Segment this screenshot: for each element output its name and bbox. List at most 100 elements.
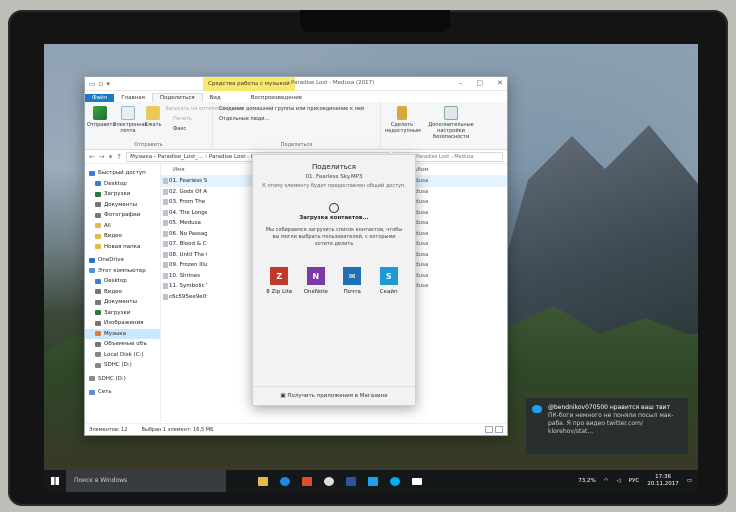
folder-icon <box>95 223 101 229</box>
up-icon[interactable]: ↑ <box>116 153 122 161</box>
specific-people-item[interactable]: Отдельные люди... <box>219 116 269 122</box>
taskbar-search[interactable]: Поиск в Windows <box>66 470 226 492</box>
folder-icon <box>95 212 101 218</box>
settings-gear-icon[interactable] <box>324 476 334 486</box>
share-app-skype[interactable]: S Скайп <box>372 267 406 295</box>
mail-taskbar-icon[interactable] <box>412 477 422 485</box>
language-indicator[interactable]: РУС <box>629 478 640 484</box>
back-icon[interactable]: ← <box>89 153 95 161</box>
folder-icon <box>89 376 95 382</box>
office-icon[interactable] <box>302 476 312 486</box>
nav-item[interactable]: Фотографии <box>85 210 160 221</box>
zip-label: Сжать <box>144 122 162 128</box>
notification-link: klorehov/stat... <box>548 428 594 435</box>
tab-file[interactable]: Файл <box>85 94 115 102</box>
share-app-onenote[interactable]: N OneNote <box>299 267 333 295</box>
nav-item[interactable]: SDHC (D:) <box>85 374 160 385</box>
nav-item[interactable]: Этот компьютер <box>85 266 160 277</box>
mail-icon: ✉ <box>343 267 362 285</box>
share-app-list: Z 8 Zip Lite N OneNote ✉ Почта S Скайп <box>253 267 415 295</box>
skype-taskbar-icon[interactable] <box>390 476 400 486</box>
close-icon[interactable]: ✕ <box>497 79 503 87</box>
print-item[interactable]: Печать <box>173 116 192 122</box>
chevron-down-icon[interactable]: ▾ <box>106 80 110 88</box>
fax-item[interactable]: Факс <box>173 126 186 132</box>
nav-item-label: All <box>104 222 111 229</box>
nav-item-label: Документы <box>104 299 137 306</box>
nav-item[interactable]: Загрузки <box>85 308 160 319</box>
nav-item[interactable]: All <box>85 221 160 232</box>
nav-item[interactable]: Музыка <box>85 328 160 339</box>
nav-item[interactable]: Видео <box>85 231 160 242</box>
word-icon[interactable] <box>346 476 356 486</box>
nav-item[interactable]: Desktop <box>85 276 160 287</box>
stop-sharing-button[interactable]: Сделать недоступным <box>385 106 421 134</box>
share-ribbon: Отправить Электронная почта Сжать Записа… <box>85 102 507 150</box>
nav-item[interactable]: Изображения <box>85 318 160 329</box>
send-button[interactable]: Отправить <box>87 106 115 128</box>
notifications-icon[interactable]: ▭ <box>687 478 692 484</box>
nav-item[interactable]: Быстрый доступ <box>85 168 160 179</box>
nav-item[interactable]: Local Disk (C:) <box>85 350 160 361</box>
nav-item[interactable]: Desktop <box>85 179 160 190</box>
stop-sharing-label: Сделать недоступным <box>385 122 421 134</box>
share-flyout: Поделиться 01. Fearless Sky.MP3 К этому … <box>252 154 416 406</box>
security-icon <box>444 106 458 120</box>
tiles-view-icon[interactable] <box>495 426 503 433</box>
folder-icon <box>95 244 101 250</box>
share-group-label: Поделиться <box>280 142 313 148</box>
minimize-icon[interactable]: – <box>459 79 463 87</box>
nav-item[interactable]: Сеть <box>85 387 160 398</box>
audio-file-icon <box>163 283 168 290</box>
status-items: Элементов: 12 <box>89 426 128 433</box>
wifi-icon[interactable]: ◠ <box>604 478 609 484</box>
twitter-app-icon[interactable] <box>368 476 378 486</box>
file-explorer-icon[interactable] <box>258 476 268 486</box>
skype-icon: S <box>379 267 398 285</box>
advanced-security-button[interactable]: Дополнительные настройки безопасности <box>425 106 477 140</box>
email-button[interactable]: Электронная почта <box>113 106 148 134</box>
globe-icon <box>329 203 339 213</box>
volume-icon[interactable]: ◁ <box>617 478 621 484</box>
share-app-8zip[interactable]: Z 8 Zip Lite <box>262 267 296 295</box>
battery-level[interactable]: 73,2% <box>578 478 595 484</box>
share-note: К этому элементу будет предоставлен общи… <box>262 183 406 189</box>
tools-context-tab[interactable]: Средства работы с музыкой <box>203 77 295 91</box>
start-button[interactable] <box>44 470 66 492</box>
nav-item[interactable]: Новая папка <box>85 242 160 253</box>
details-view-icon[interactable] <box>485 426 493 433</box>
maximize-icon[interactable]: ▢ <box>477 79 484 87</box>
nav-item[interactable]: Видео <box>85 287 160 298</box>
ribbon-group-send: Отправить Электронная почта Сжать Записа… <box>85 102 244 150</box>
nav-item[interactable]: Документы <box>85 200 160 211</box>
folder-icon <box>95 289 101 295</box>
tab-playback[interactable]: Воспроизведение <box>244 94 309 102</box>
edge-icon[interactable] <box>280 476 290 486</box>
folder-icon[interactable]: ▭ <box>89 80 96 88</box>
clock[interactable]: 17:36 20.11.2017 <box>647 474 679 488</box>
zip-button[interactable]: Сжать <box>143 106 163 128</box>
nav-item[interactable]: Загрузки <box>85 189 160 200</box>
save-icon[interactable]: ▫ <box>99 80 104 88</box>
nav-item-label: Быстрый доступ <box>98 170 146 177</box>
nav-item[interactable]: Документы <box>85 297 160 308</box>
audio-file-icon <box>163 293 168 300</box>
chevron-down-icon[interactable]: ▾ <box>109 153 113 161</box>
folder-icon <box>95 341 101 347</box>
audio-file-icon <box>163 262 168 269</box>
homegroup-item[interactable]: Создание домашней группы или присоединен… <box>219 106 364 112</box>
share-description: Мы собираемся загрузить список контактов… <box>265 227 403 247</box>
tab-share[interactable]: Поделиться <box>151 93 203 102</box>
app-label: Почта <box>343 289 361 295</box>
tab-view[interactable]: Вид <box>203 94 228 102</box>
send-group-label: Отправить <box>134 142 163 148</box>
store-link[interactable]: ▣ Получить приложения в Магазине <box>253 386 415 399</box>
nav-item[interactable]: SDHC (D:) <box>85 360 160 371</box>
tab-home[interactable]: Главная <box>114 94 152 102</box>
nav-item[interactable]: Объемные объ <box>85 339 160 350</box>
forward-icon[interactable]: → <box>99 153 105 161</box>
share-app-mail[interactable]: ✉ Почта <box>335 267 369 295</box>
windows-logo-icon <box>51 477 59 485</box>
nav-item[interactable]: OneDrive <box>85 255 160 266</box>
twitter-notification[interactable]: @bendnikov070500 нравится ваш твит ПК-бо… <box>526 398 688 454</box>
